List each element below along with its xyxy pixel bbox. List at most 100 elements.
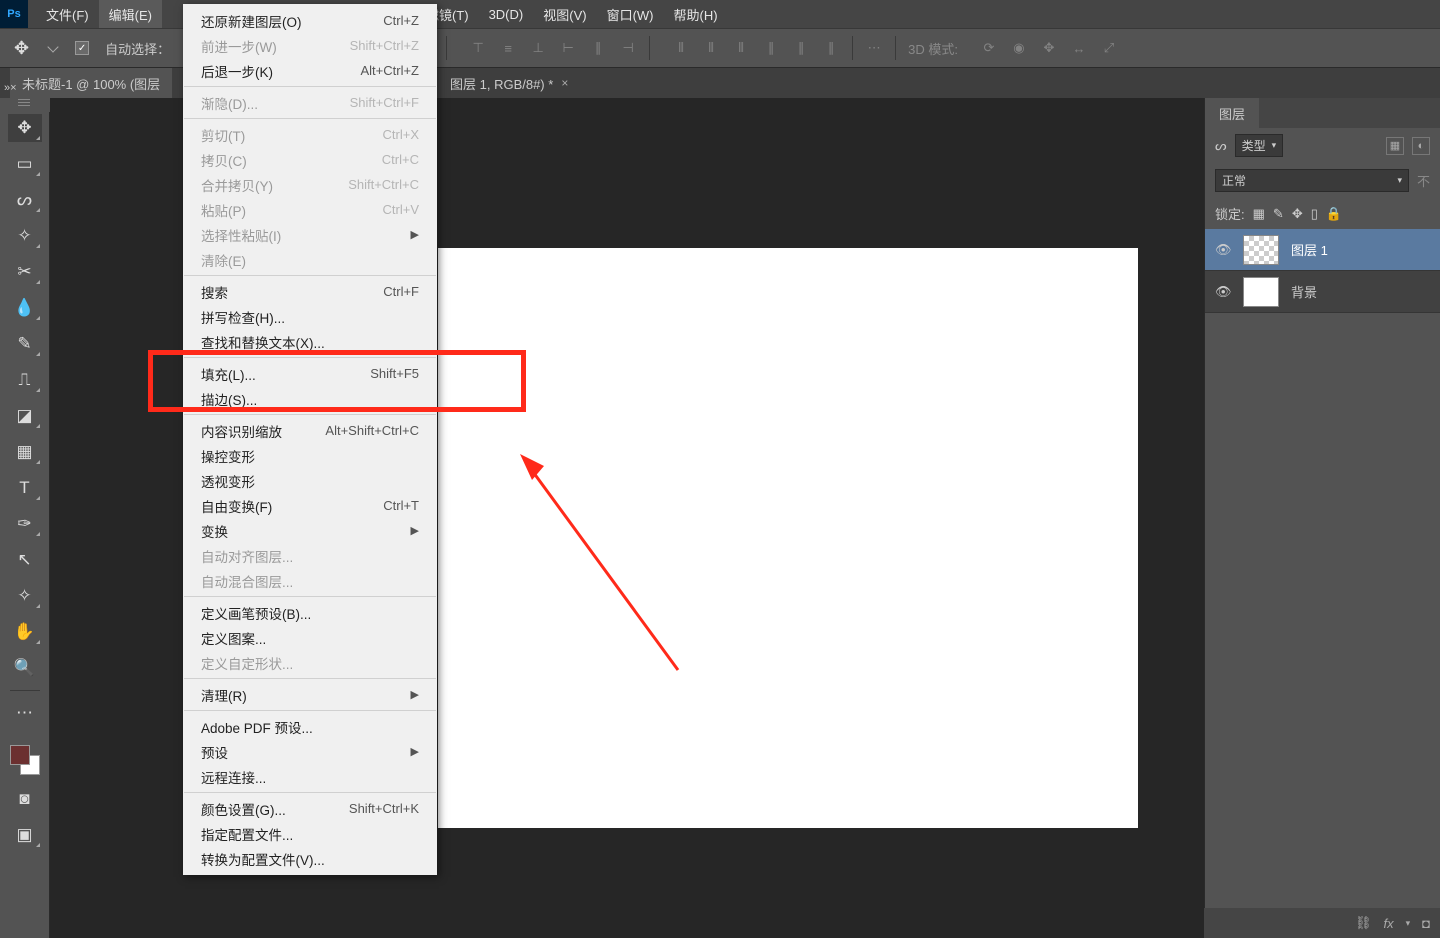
close-tab-icon[interactable]: × xyxy=(561,76,568,90)
distribute-icon[interactable]: ⦀ xyxy=(672,39,690,57)
menu-item[interactable]: 自由变换(F)Ctrl+T xyxy=(183,493,437,518)
layer-thumbnail[interactable] xyxy=(1243,277,1279,307)
panel-collapse-icon[interactable]: »× xyxy=(4,82,17,94)
lock-image-icon[interactable]: ✎ xyxy=(1273,206,1284,222)
visibility-icon[interactable]: 👁 xyxy=(1215,242,1231,258)
filter-type-dropdown[interactable]: 类型▾ xyxy=(1235,134,1284,157)
marquee-tool[interactable]: ▭ xyxy=(8,150,42,178)
pen-tool[interactable]: ✑ xyxy=(8,510,42,538)
menu-item[interactable]: 还原新建图层(O)Ctrl+Z xyxy=(183,8,437,33)
visibility-icon[interactable]: 👁 xyxy=(1215,284,1231,300)
menu-3d[interactable]: 3D(D) xyxy=(479,0,534,28)
type-tool[interactable]: T xyxy=(8,474,42,502)
menu-item[interactable]: 查找和替换文本(X)... xyxy=(183,329,437,354)
3d-orbit-icon[interactable]: ⟳ xyxy=(980,39,998,57)
distribute-icon[interactable]: ∥ xyxy=(762,39,780,57)
document-tab-active[interactable]: 未标题-1 @ 100% (图层 xyxy=(10,68,172,98)
align-hcenter-icon[interactable]: ∥ xyxy=(589,39,607,57)
more-tools-icon[interactable]: ⋯ xyxy=(8,699,42,727)
link-layers-icon[interactable]: ⛓ xyxy=(1355,915,1372,931)
align-bottom-icon[interactable]: ⊥ xyxy=(529,39,547,57)
magic-wand-tool[interactable]: ✧ xyxy=(8,222,42,250)
menu-item-label: 颜色设置(G)... xyxy=(201,799,286,819)
menu-item[interactable]: 后退一步(K)Alt+Ctrl+Z xyxy=(183,58,437,83)
menu-item[interactable]: 透视变形 xyxy=(183,468,437,493)
panel-grip[interactable] xyxy=(0,98,50,112)
menu-item[interactable]: 变换▶ xyxy=(183,518,437,543)
fx-icon[interactable]: fx xyxy=(1383,916,1393,931)
lock-all-icon[interactable]: 🔒 xyxy=(1326,206,1342,222)
color-swatches[interactable] xyxy=(8,743,42,777)
menu-item-label: 描边(S)... xyxy=(201,389,257,409)
menu-help[interactable]: 帮助(H) xyxy=(664,0,728,28)
layers-tab[interactable]: 图层 xyxy=(1205,98,1259,128)
layer-row[interactable]: 👁 背景 xyxy=(1205,271,1440,313)
quick-mask-icon[interactable]: ◙ xyxy=(8,785,42,813)
menu-window[interactable]: 窗口(W) xyxy=(597,0,664,28)
hand-tool[interactable]: ✋ xyxy=(8,618,42,646)
menu-item[interactable]: 清理(R)▶ xyxy=(183,682,437,707)
lasso-tool[interactable]: ᔕ xyxy=(8,186,42,214)
menu-item[interactable]: 描边(S)... xyxy=(183,386,437,411)
menu-item[interactable]: Adobe PDF 预设... xyxy=(183,714,437,739)
move-tool-icon[interactable]: ✥ xyxy=(8,38,35,59)
screen-mode-icon[interactable]: ▣ xyxy=(8,821,42,849)
shape-tool[interactable]: ✧ xyxy=(8,582,42,610)
menu-item[interactable]: 操控变形 xyxy=(183,443,437,468)
filter-pixel-icon[interactable]: ▦ xyxy=(1386,137,1404,155)
layer-thumbnail[interactable] xyxy=(1243,235,1279,265)
foreground-color[interactable] xyxy=(10,745,30,765)
document-canvas[interactable] xyxy=(438,248,1138,828)
align-top-icon[interactable]: ⊤ xyxy=(469,39,487,57)
layer-name[interactable]: 图层 1 xyxy=(1291,240,1328,259)
tool-preset-dropdown-icon[interactable] xyxy=(47,41,58,52)
menu-item[interactable]: 指定配置文件... xyxy=(183,821,437,846)
mask-icon[interactable]: ◘ xyxy=(1422,916,1430,931)
eraser-tool[interactable]: ◪ xyxy=(8,402,42,430)
more-icon[interactable]: ⋯ xyxy=(865,39,883,57)
align-right-icon[interactable]: ⊣ xyxy=(619,39,637,57)
stamp-tool[interactable]: ⎍ xyxy=(8,366,42,394)
menu-item[interactable]: 转换为配置文件(V)... xyxy=(183,846,437,871)
menu-file[interactable]: 文件(F) xyxy=(36,0,99,28)
menu-item[interactable]: 拼写检查(H)... xyxy=(183,304,437,329)
3d-roll-icon[interactable]: ◉ xyxy=(1010,39,1028,57)
3d-pan-icon[interactable]: ✥ xyxy=(1040,39,1058,57)
eyedropper-tool[interactable]: 💧 xyxy=(8,294,42,322)
auto-select-checkbox[interactable]: ✓ xyxy=(75,41,89,55)
3d-mode-label: 3D 模式: xyxy=(908,39,958,58)
gradient-tool[interactable]: ▦ xyxy=(8,438,42,466)
menu-item[interactable]: 内容识别缩放Alt+Shift+Ctrl+C xyxy=(183,418,437,443)
menu-item[interactable]: 预设▶ xyxy=(183,739,437,764)
align-left-icon[interactable]: ⊢ xyxy=(559,39,577,57)
menu-item-label: 转换为配置文件(V)... xyxy=(201,849,325,869)
menu-item[interactable]: 远程连接... xyxy=(183,764,437,789)
distribute-icon[interactable]: ⦀ xyxy=(732,39,750,57)
blend-mode-dropdown[interactable]: 正常▾ xyxy=(1215,169,1409,192)
menu-item[interactable]: 定义图案... xyxy=(183,625,437,650)
menu-edit[interactable]: 编辑(E) xyxy=(99,0,162,28)
menu-item[interactable]: 填充(L)...Shift+F5 xyxy=(183,361,437,386)
path-selection-tool[interactable]: ↖ xyxy=(8,546,42,574)
filter-adjust-icon[interactable]: ◐ xyxy=(1412,137,1430,155)
3d-slide-icon[interactable]: ↔ xyxy=(1070,39,1088,57)
brush-tool[interactable]: ✎ xyxy=(8,330,42,358)
menu-item[interactable]: 颜色设置(G)...Shift+Ctrl+K xyxy=(183,796,437,821)
zoom-tool[interactable]: 🔍 xyxy=(8,654,42,682)
layer-row[interactable]: 👁 图层 1 xyxy=(1205,229,1440,271)
layer-name[interactable]: 背景 xyxy=(1291,282,1317,301)
distribute-icon[interactable]: ⦀ xyxy=(702,39,720,57)
menu-item[interactable]: 定义画笔预设(B)... xyxy=(183,600,437,625)
crop-tool[interactable]: ✂ xyxy=(8,258,42,286)
move-tool[interactable]: ✥ xyxy=(8,114,42,142)
align-vcenter-icon[interactable]: ≡ xyxy=(499,39,517,57)
menu-item[interactable]: 搜索Ctrl+F xyxy=(183,279,437,304)
lock-position-icon[interactable]: ✥ xyxy=(1292,206,1303,222)
menu-view[interactable]: 视图(V) xyxy=(533,0,596,28)
lock-artboard-icon[interactable]: ▯ xyxy=(1311,206,1318,222)
distribute-icon[interactable]: ∥ xyxy=(792,39,810,57)
3d-scale-icon[interactable]: ⤢ xyxy=(1100,39,1118,57)
lock-transparency-icon[interactable]: ▦ xyxy=(1253,206,1265,222)
distribute-icon[interactable]: ∥ xyxy=(822,39,840,57)
document-tab-second[interactable]: 图层 1, RGB/8#) * × xyxy=(438,68,580,98)
